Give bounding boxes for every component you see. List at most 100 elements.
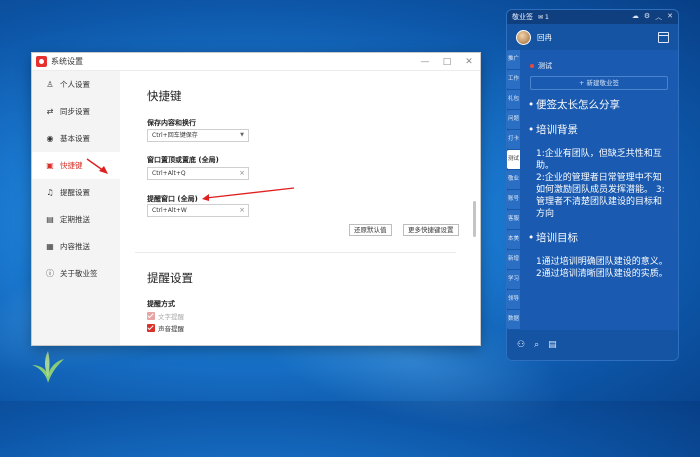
info-icon: ⓘ bbox=[46, 269, 54, 278]
annotation-arrow bbox=[86, 158, 108, 174]
remind-shortcut-label: 提醒窗口 (全局) bbox=[147, 195, 198, 203]
list-item: • 培训目标 bbox=[528, 232, 578, 244]
sidebar-item[interactable]: ◉ 基本设置 bbox=[32, 125, 120, 152]
checkbox-checked-icon bbox=[147, 312, 155, 320]
sidebar-item[interactable]: ♫ 提醒设置 bbox=[32, 179, 120, 206]
people-icon[interactable]: ⚇ bbox=[517, 340, 525, 350]
avatar[interactable] bbox=[516, 29, 531, 45]
note-content[interactable]: • 便签太长怎么分享 • 培训背景 1:企业有团队，但缺乏共性和互助。 2:企业的管… bbox=[520, 90, 678, 280]
reminder-heading: 提醒设置 bbox=[147, 271, 193, 285]
window-title: 系统设置 bbox=[51, 57, 83, 66]
document-icon[interactable]: ▤ bbox=[548, 340, 557, 350]
category-tab[interactable]: 新增 bbox=[507, 250, 520, 269]
panel-bottombar: ⚇ ⌕ ▤ bbox=[507, 330, 678, 360]
paragraph: 2:企业的管理者日常管理中不知如何激励团队成员发挥潜能。 3:管理者不清楚团队建… bbox=[536, 173, 665, 219]
category-tab[interactable]: 本美 bbox=[507, 230, 520, 249]
sidebar-item[interactable]: ♙ 个人设置 bbox=[32, 71, 120, 98]
paragraph: 2通过培训清晰团队建设的实质。 bbox=[536, 269, 668, 279]
more-shortcuts-button[interactable]: 更多快捷键设置 bbox=[403, 224, 459, 236]
sidebar-item-label: 提醒设置 bbox=[60, 188, 90, 197]
sidebar-item[interactable]: ▣ 快捷键 bbox=[32, 152, 120, 179]
scrollbar[interactable] bbox=[473, 201, 476, 237]
settings-sidebar: ♙ 个人设置 ⇄ 同步设置 ◉ 基本设置 ▣ 快捷键 ♫ 提醒设置 ▤ 定期推送 ▦ 内容推送 ⓘ 关于敬业签 bbox=[32, 71, 120, 345]
text-reminder-checkbox[interactable]: 文字提醒 bbox=[147, 311, 184, 321]
save-shortcut-value: Ctrl+回车键保存 bbox=[152, 132, 198, 139]
sound-reminder-checkbox[interactable]: 声音提醒 bbox=[147, 323, 184, 333]
category-tab[interactable]: 学习 bbox=[507, 270, 520, 289]
minimize-button[interactable]: — bbox=[414, 54, 436, 70]
restore-default-button[interactable]: 还原默认值 bbox=[349, 224, 392, 236]
sidebar-item[interactable]: ▦ 内容推送 bbox=[32, 233, 120, 260]
chevron-down-icon: ▼ bbox=[240, 132, 244, 138]
settings-window: 系统设置 — □ ✕ ♙ 个人设置 ⇄ 同步设置 ◉ 基本设置 ▣ 快捷键 ♫ 提醒设置 ▤ 定期推送… bbox=[32, 53, 480, 345]
user-header: 回冉 bbox=[507, 24, 678, 50]
sticky-note-panel: 敬业签 ✉ 1 ☁ ⚙ ︿ ✕ 回冉 推广 工作 礼包 问题 打卡 测试 敬业 账号 客服 本美新… bbox=[506, 9, 679, 361]
shortcut-heading: 快捷键 bbox=[147, 89, 182, 103]
category-tab[interactable]: 测试 bbox=[507, 150, 520, 169]
reminder-method-label: 提醒方式 bbox=[147, 300, 175, 308]
category-tab[interactable]: 礼包 bbox=[507, 90, 520, 109]
category-tab[interactable]: 问题 bbox=[507, 110, 520, 129]
clear-icon[interactable]: × bbox=[239, 168, 245, 179]
category-tabs: 推广 工作 礼包 问题 打卡 测试 敬业 账号 客服 本美 新增 学习 领导 数据 bbox=[507, 50, 520, 330]
clear-icon[interactable]: × bbox=[239, 205, 245, 216]
topmost-shortcut-label: 窗口置顶或置底 (全局) bbox=[147, 156, 219, 164]
cloud-icon[interactable]: ☁ bbox=[632, 12, 639, 22]
user-icon: ♙ bbox=[46, 80, 54, 89]
sidebar-item[interactable]: ⓘ 关于敬业签 bbox=[32, 260, 120, 287]
sidebar-item-label: 关于敬业签 bbox=[60, 269, 98, 278]
sync-icon: ⇄ bbox=[46, 107, 54, 116]
list-item: • 便签太长怎么分享 bbox=[528, 99, 620, 111]
user-name: 回冉 bbox=[537, 32, 552, 42]
maximize-button[interactable]: □ bbox=[436, 54, 458, 70]
category-tab[interactable]: 账号 bbox=[507, 190, 520, 209]
title-bar: 系统设置 — □ ✕ bbox=[32, 53, 480, 71]
category-tab[interactable]: 客服 bbox=[507, 210, 520, 229]
category-tab[interactable]: 数据 bbox=[507, 310, 520, 329]
topmost-shortcut-input[interactable]: Ctrl+Alt+Q × bbox=[147, 167, 249, 180]
save-shortcut-label: 保存内容和换行 bbox=[147, 119, 196, 127]
windows-logo-icon bbox=[32, 351, 64, 383]
settings-main: 快捷键 保存内容和换行 Ctrl+回车键保存 ▼ 窗口置顶或置底 (全局) Ct… bbox=[120, 71, 480, 345]
list-item: • 培训背景 bbox=[528, 124, 578, 136]
sidebar-item-label: 同步设置 bbox=[60, 107, 90, 116]
remind-shortcut-input[interactable]: Ctrl+Alt+W × bbox=[147, 204, 249, 217]
search-icon[interactable]: ⌕ bbox=[534, 340, 539, 350]
calendar-icon[interactable] bbox=[658, 31, 669, 43]
sidebar-item-label: 个人设置 bbox=[60, 80, 90, 89]
category-tab[interactable]: 领导 bbox=[507, 290, 520, 309]
category-tab[interactable]: 敬业 bbox=[507, 170, 520, 189]
remind-shortcut-value: Ctrl+Alt+W bbox=[152, 207, 187, 214]
dot-icon bbox=[530, 64, 534, 68]
topmost-shortcut-value: Ctrl+Alt+Q bbox=[152, 170, 186, 177]
sidebar-item[interactable]: ⇄ 同步设置 bbox=[32, 98, 120, 125]
paragraph: 1通过培训明确团队建设的意义。 bbox=[536, 257, 668, 267]
new-note-button[interactable]: + 新建敬业签 bbox=[530, 76, 668, 90]
collapse-icon[interactable]: ︿ bbox=[655, 12, 662, 22]
checkbox-checked-icon bbox=[147, 324, 155, 332]
sidebar-item-label: 快捷键 bbox=[60, 161, 83, 170]
category-tab[interactable]: 工作 bbox=[507, 70, 520, 89]
section-divider bbox=[135, 252, 456, 253]
bell-icon: ♫ bbox=[46, 188, 54, 197]
panel-topbar: 敬业签 ✉ 1 ☁ ⚙ ︿ ✕ bbox=[507, 10, 678, 24]
note-area: 测试 + 新建敬业签 • 便签太长怎么分享 • 培训背景 1:企业有团队，但缺乏共性… bbox=[520, 50, 678, 330]
sidebar-item-label: 基本设置 bbox=[60, 134, 90, 143]
schedule-icon: ▤ bbox=[46, 215, 54, 224]
close-button[interactable]: ✕ bbox=[458, 54, 480, 70]
annotation-arrow bbox=[202, 187, 295, 201]
paragraph: 1:企业有团队，但缺乏共性和互助。 bbox=[536, 149, 662, 171]
category-tab[interactable]: 推广 bbox=[507, 50, 520, 69]
message-badge[interactable]: ✉ 1 bbox=[538, 14, 549, 21]
settings-icon: ◉ bbox=[46, 134, 54, 143]
content-icon: ▦ bbox=[46, 242, 54, 251]
category-tab[interactable]: 打卡 bbox=[507, 130, 520, 149]
sidebar-item[interactable]: ▤ 定期推送 bbox=[32, 206, 120, 233]
save-shortcut-select[interactable]: Ctrl+回车键保存 ▼ bbox=[147, 129, 249, 142]
shortcut-icon: ▣ bbox=[46, 161, 54, 170]
settings-icon[interactable]: ⚙ bbox=[644, 12, 650, 22]
close-icon[interactable]: ✕ bbox=[667, 12, 673, 22]
sidebar-item-label: 定期推送 bbox=[60, 215, 90, 224]
sidebar-item-label: 内容推送 bbox=[60, 242, 90, 251]
app-logo-icon bbox=[36, 56, 47, 67]
